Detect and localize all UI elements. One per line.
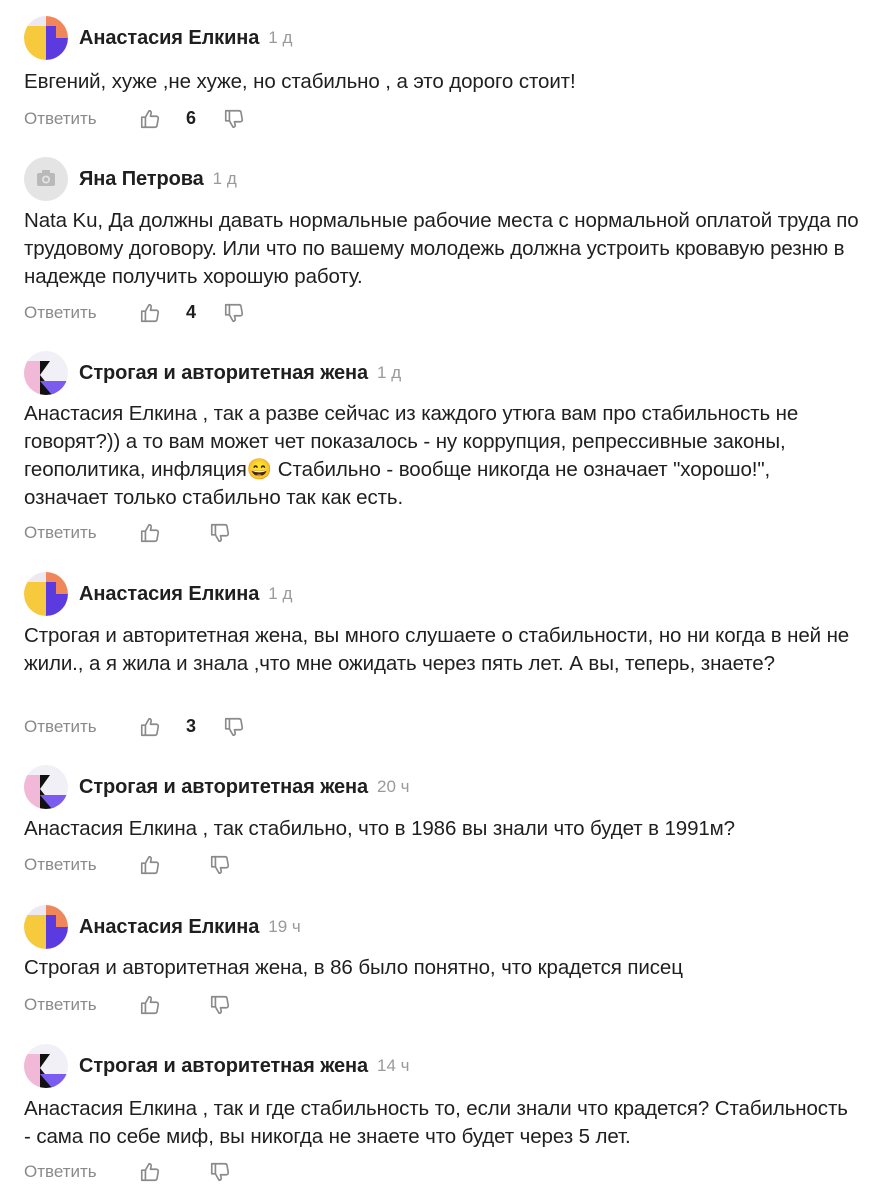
comment-text: Анастасия Елкина , так и где стабильност… (24, 1097, 848, 1148)
comment-text: Анастасия Елкина , так стабильно, что в … (24, 817, 735, 840)
avatar[interactable] (24, 351, 68, 395)
comment-header: Анастасия Елкина 1 д (24, 16, 292, 60)
comment-header: Яна Петрова 1 д (24, 157, 237, 201)
comment-text: Nata Ku, Да должны давать нормальные раб… (24, 209, 859, 288)
comment-header: Анастасия Елкина 19 ч (24, 905, 301, 949)
comment-header: Строгая и авторитетная жена 20 ч (24, 765, 410, 809)
comment-text: Строгая и авторитетная жена, в 86 было п… (24, 956, 683, 979)
comment-actions: Ответить 3 (24, 712, 244, 742)
comment-actions: Ответить (24, 1157, 230, 1187)
author-name[interactable]: Строгая и авторитетная жена (79, 362, 368, 385)
thumbs-up-icon[interactable] (138, 521, 162, 545)
reply-button[interactable]: Ответить (24, 523, 97, 543)
comment-text: Строгая и авторитетная жена, вы много сл… (24, 624, 850, 675)
like-count: 6 (186, 108, 197, 128)
author-name[interactable]: Строгая и авторитетная жена (79, 1055, 368, 1078)
thumbs-down-icon[interactable] (222, 107, 246, 131)
reply-button[interactable]: Ответить (24, 855, 97, 875)
thumbs-up-icon[interactable] (138, 715, 162, 739)
comment-actions: Ответить (24, 990, 230, 1020)
comment-text: Евгений, хуже ,не хуже, но стабильно , а… (24, 70, 576, 93)
author-name[interactable]: Анастасия Елкина (79, 27, 259, 50)
reply-button[interactable]: Ответить (24, 995, 97, 1015)
thumbs-down-icon[interactable] (208, 993, 232, 1017)
like-count: 4 (186, 302, 197, 322)
avatar[interactable] (24, 905, 68, 949)
thumbs-down-icon[interactable] (208, 1160, 232, 1184)
comment-time: 19 ч (268, 917, 301, 936)
like-count: 3 (186, 716, 197, 736)
comment-header: Строгая и авторитетная жена 14 ч (24, 1044, 410, 1088)
author-name[interactable]: Строгая и авторитетная жена (79, 776, 368, 799)
avatar[interactable] (24, 765, 68, 809)
author-name[interactable]: Яна Петрова (79, 168, 204, 191)
reply-button[interactable]: Ответить (24, 717, 97, 737)
thumbs-up-icon[interactable] (138, 993, 162, 1017)
comment-time: 1 д (268, 28, 293, 47)
comment-actions: Ответить 6 (24, 104, 244, 134)
avatar[interactable] (24, 16, 68, 60)
avatar[interactable] (24, 157, 68, 201)
thumbs-up-icon[interactable] (138, 1160, 162, 1184)
comment-time: 1 д (268, 584, 293, 603)
author-name[interactable]: Анастасия Елкина (79, 916, 259, 939)
thumbs-up-icon[interactable] (138, 853, 162, 877)
thumbs-down-icon[interactable] (208, 853, 232, 877)
comment-header: Анастасия Елкина 1 д (24, 572, 292, 616)
comment-actions: Ответить (24, 518, 230, 548)
comment-time: 1 д (212, 169, 237, 188)
reply-button[interactable]: Ответить (24, 109, 97, 129)
comment-actions: Ответить 4 (24, 298, 244, 328)
reply-button[interactable]: Ответить (24, 1162, 97, 1182)
thumbs-down-icon[interactable] (222, 301, 246, 325)
comment-actions: Ответить (24, 850, 230, 880)
thumbs-down-icon[interactable] (222, 715, 246, 739)
comment-time: 1 д (377, 363, 402, 382)
comment-time: 20 ч (377, 777, 410, 796)
avatar[interactable] (24, 572, 68, 616)
thumbs-down-icon[interactable] (208, 521, 232, 545)
reply-button[interactable]: Ответить (24, 303, 97, 323)
comment-time: 14 ч (377, 1056, 410, 1075)
comment-text: Анастасия Елкина , так а разве сейчас из… (24, 402, 799, 509)
avatar[interactable] (24, 1044, 68, 1088)
author-name[interactable]: Анастасия Елкина (79, 583, 259, 606)
thumbs-up-icon[interactable] (138, 301, 162, 325)
thumbs-up-icon[interactable] (138, 107, 162, 131)
comment-header: Строгая и авторитетная жена 1 д (24, 351, 401, 395)
